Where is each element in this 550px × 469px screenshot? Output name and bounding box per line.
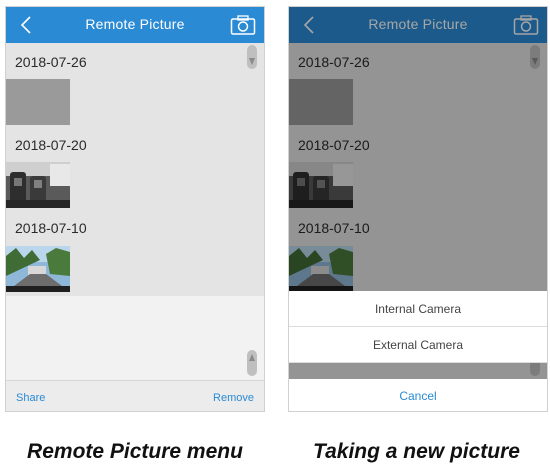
car-interior-image [6, 162, 70, 208]
camera-source-sheet: Internal Camera External Camera [289, 291, 547, 363]
share-button[interactable]: Share [16, 392, 45, 404]
scroll-up-icon[interactable] [246, 45, 258, 69]
remove-button[interactable]: Remove [213, 392, 254, 404]
camera-icon[interactable] [230, 14, 256, 36]
empty-area [6, 296, 264, 380]
internal-camera-option[interactable]: Internal Camera [289, 291, 547, 327]
scroll-down-icon[interactable] [246, 350, 258, 376]
picture-thumbnail[interactable] [6, 246, 70, 292]
date-header: 2018-07-10 [15, 220, 87, 236]
take-picture-screen: Remote Picture 2018-07-26 2018-07-20 201… [288, 6, 548, 412]
date-header: 2018-07-26 [15, 54, 87, 70]
remote-picture-screen: Remote Picture 2018-07-26 2018-07-20 201… [5, 6, 265, 412]
caption-taking-new-picture: Taking a new picture [313, 440, 520, 463]
date-header: 2018-07-20 [15, 137, 87, 153]
street-view-image [6, 246, 70, 292]
caption-remote-picture-menu: Remote Picture menu [27, 440, 243, 463]
picture-list: 2018-07-26 2018-07-20 2018-07-10 [6, 43, 264, 380]
external-camera-option[interactable]: External Camera [289, 327, 547, 363]
picture-thumbnail[interactable] [6, 162, 70, 208]
bottom-toolbar: Share Remove [6, 380, 264, 411]
cancel-button[interactable]: Cancel [289, 379, 547, 411]
page-title: Remote Picture [85, 16, 185, 32]
app-header: Remote Picture [6, 7, 264, 43]
picture-thumbnail[interactable] [6, 79, 70, 125]
